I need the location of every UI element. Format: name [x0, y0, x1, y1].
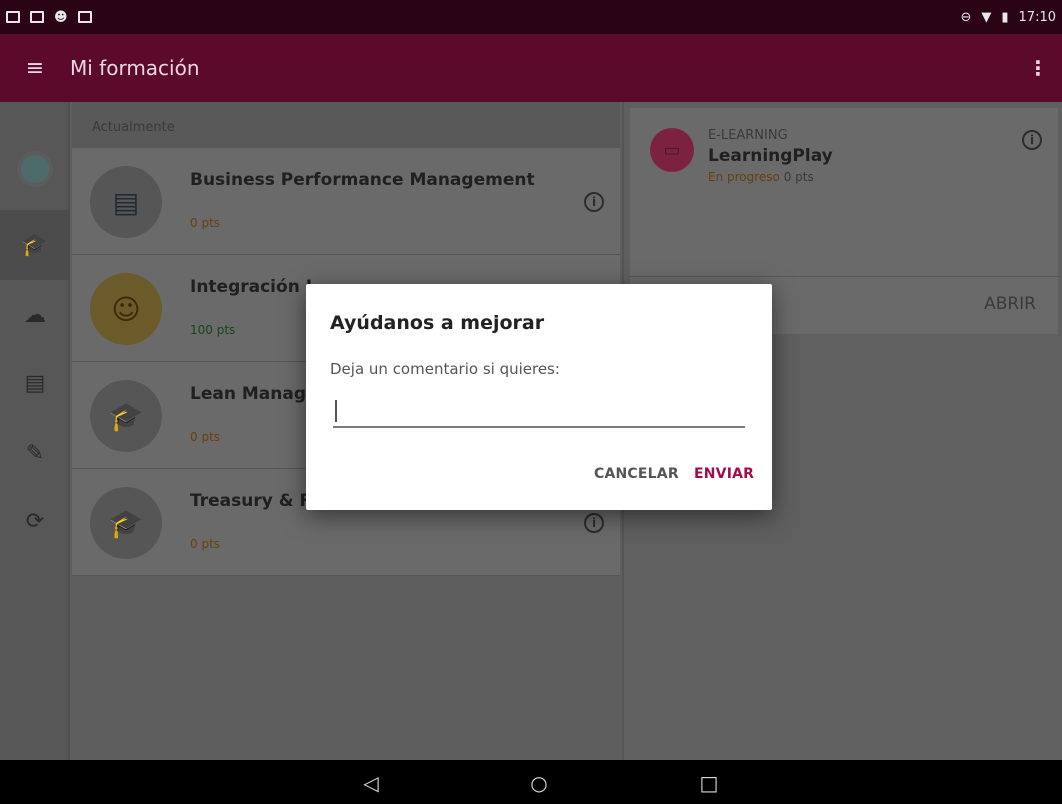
rail-item-downloads[interactable]: ☁: [0, 280, 70, 350]
feedback-dialog: Ayúdanos a mejorar Deja un comentario si…: [306, 284, 772, 510]
status-bar: ☻ ⊖ ▼ ▮ 17:10: [0, 0, 1062, 34]
back-icon[interactable]: ◁: [358, 770, 384, 796]
course-points: 0 pts: [783, 170, 814, 184]
cloud-download-icon: ☁: [24, 302, 46, 328]
dialog-title: Ayúdanos a mejorar: [330, 312, 545, 334]
wifi-icon: ▼: [981, 9, 992, 25]
course-thumbnail: ☺: [90, 273, 162, 345]
course-points: 0 pts: [190, 537, 221, 551]
cancel-button[interactable]: CANCELAR: [594, 466, 679, 482]
course-points: 100 pts: [190, 323, 236, 337]
course-name: Business Performance Management: [190, 170, 535, 190]
system-navigation-bar: ◁ ○ □: [0, 760, 1062, 804]
course-name: Integración L: [190, 277, 317, 297]
open-button[interactable]: ABRIR: [984, 294, 1036, 314]
clock: 17:10: [1018, 9, 1056, 25]
status-label: En progreso: [708, 170, 780, 184]
more-vert-icon[interactable]: ⋮: [1028, 56, 1048, 80]
home-icon[interactable]: ○: [526, 770, 552, 796]
rail-item-training[interactable]: 🎓: [0, 210, 70, 280]
page-title: Mi formación: [70, 56, 200, 80]
do-not-disturb-icon: ⊖: [960, 9, 972, 25]
course-type: E-LEARNING: [708, 128, 788, 143]
avatar-icon: [17, 151, 53, 187]
rail-item-list[interactable]: ▤: [0, 348, 70, 418]
laptop-icon: ▭: [650, 128, 694, 172]
course-status: En progreso 0 pts: [708, 170, 814, 184]
info-icon[interactable]: i: [1022, 130, 1042, 150]
course-thumbnail: ▤: [90, 166, 162, 238]
dialog-message: Deja un comentario si quieres:: [330, 360, 560, 378]
rail-item-sync[interactable]: ⟳: [0, 486, 70, 556]
graduation-cap-icon: 🎓: [21, 232, 49, 258]
info-icon[interactable]: i: [584, 192, 604, 212]
app-toolbar: ≡ Mi formación ⋮: [0, 34, 1062, 102]
send-button[interactable]: ENVIAR: [694, 466, 754, 482]
navigation-rail: 🎓 ☁ ▤ ✎ ⟳: [0, 102, 70, 760]
recents-icon[interactable]: □: [696, 770, 722, 796]
divider: [630, 276, 1058, 277]
text-cursor: [335, 400, 337, 422]
image-icon: [6, 11, 20, 23]
rail-item-tools[interactable]: ✎: [0, 418, 70, 488]
tools-icon: ✎: [25, 440, 45, 466]
course-points: 0 pts: [190, 216, 221, 230]
course-title: LearningPlay: [708, 146, 833, 166]
gmail-icon: [30, 11, 44, 23]
rail-item-profile[interactable]: [0, 134, 70, 204]
clipboard-icon: [77, 11, 92, 23]
course-name: Treasury & Fi: [190, 491, 317, 511]
sync-icon: ⟳: [25, 508, 45, 534]
battery-icon: ▮: [1001, 9, 1009, 25]
info-icon[interactable]: i: [584, 513, 604, 533]
hamburger-icon[interactable]: ≡: [0, 34, 70, 102]
list-header: Actualmente: [72, 102, 620, 148]
list-icon: ▤: [24, 370, 46, 396]
course-item[interactable]: ▤ Business Performance Management 0 pts …: [72, 148, 620, 255]
course-points: 0 pts: [190, 430, 221, 444]
comment-input[interactable]: [333, 398, 745, 428]
android-icon: ☻: [54, 9, 68, 25]
graduation-cap-icon: 🎓: [90, 380, 162, 452]
course-name: Lean Manage: [190, 384, 318, 404]
graduation-cap-icon: 🎓: [90, 487, 162, 559]
